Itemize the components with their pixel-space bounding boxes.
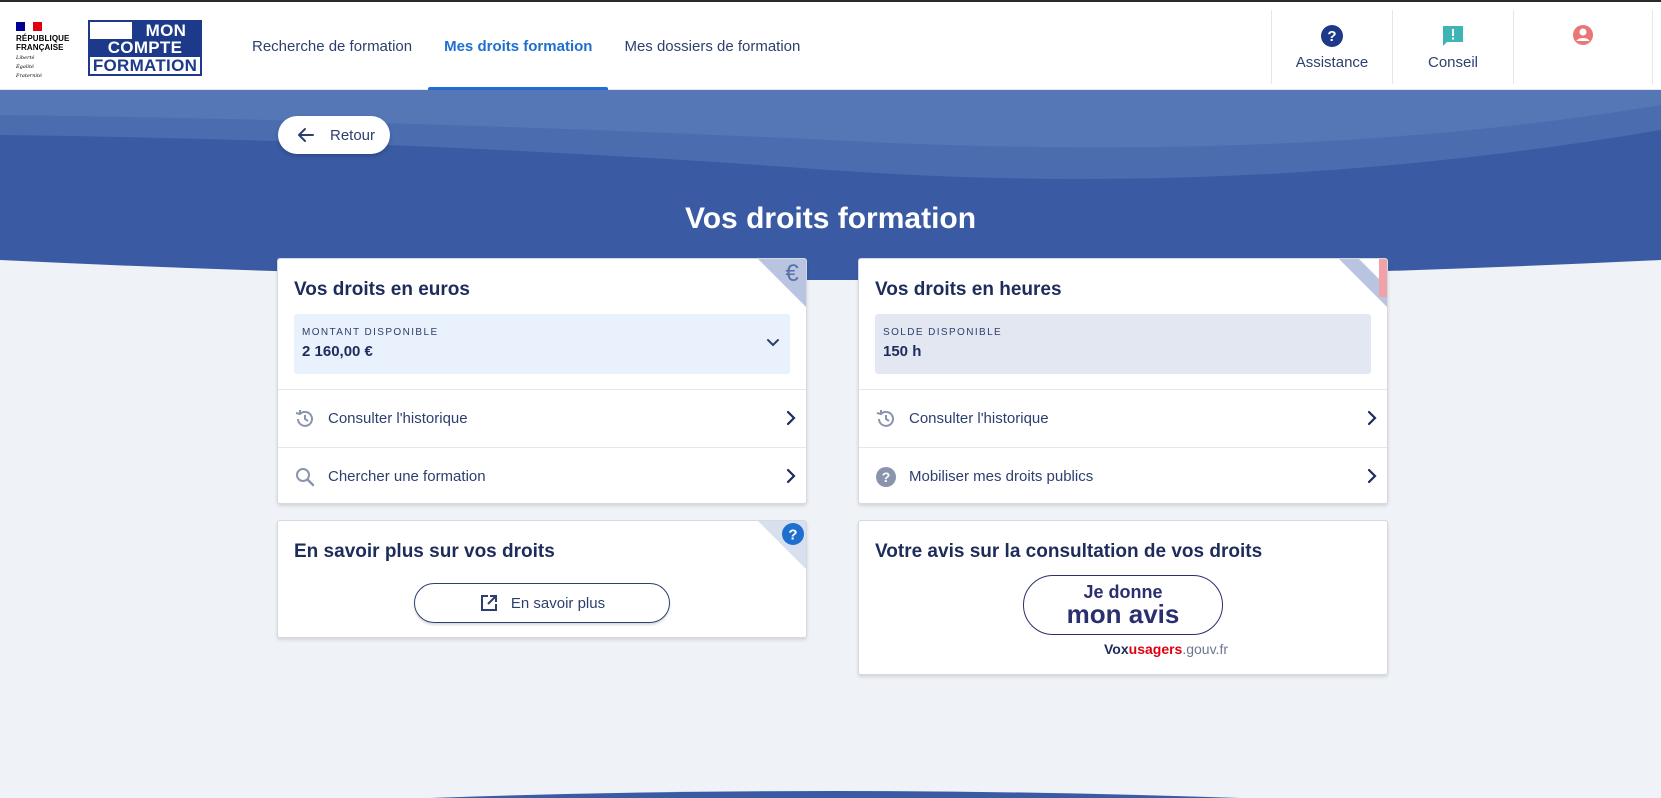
- back-button[interactable]: Retour: [278, 116, 390, 154]
- nav-mes-droits-formation[interactable]: Mes droits formation: [428, 2, 609, 91]
- card-en-savoir-plus: ? En savoir plus sur vos droits En savoi…: [277, 520, 807, 638]
- euros-row-chercher-label: Chercher une formation: [328, 468, 486, 485]
- avis-line-2: mon avis: [1066, 599, 1180, 629]
- card-droits-heures: Vos droits en heures SOLDE DISPONIBLE 15…: [858, 258, 1388, 504]
- conseil-label: Conseil: [1427, 53, 1479, 71]
- balance-box: SOLDE DISPONIBLE 150 h: [875, 314, 1371, 374]
- voxusagers-logo: Voxusagers.gouv.fr: [1104, 641, 1228, 657]
- card-votre-avis: Votre avis sur la consultation de vos dr…: [858, 520, 1388, 675]
- je-donne-mon-avis-button[interactable]: Je donne mon avis: [1023, 575, 1223, 635]
- motto-fraternite: Fraternité: [16, 73, 42, 79]
- logo-line-mon: MON: [131, 22, 200, 40]
- card-hours-title: Vos droits en heures: [875, 279, 1062, 300]
- card-avis-title: Votre avis sur la consultation de vos dr…: [875, 541, 1263, 562]
- chevron-right-icon: [786, 410, 796, 426]
- account-button[interactable]: [1513, 10, 1653, 84]
- republique-francaise-logo: RÉPUBLIQUE FRANÇAISE Liberté Égalité Fra…: [16, 22, 78, 79]
- footer-wave: [430, 791, 1240, 798]
- top-header: RÉPUBLIQUE FRANÇAISE Liberté Égalité Fra…: [0, 0, 1661, 91]
- header-tools: ? Assistance Conseil: [1271, 10, 1661, 84]
- arrow-left-icon: [298, 128, 314, 142]
- en-savoir-plus-button[interactable]: En savoir plus: [414, 583, 670, 623]
- euros-row-chercher[interactable]: Chercher une formation: [278, 447, 806, 503]
- motto-egalite: Égalité: [16, 64, 34, 70]
- back-label: Retour: [330, 126, 376, 144]
- page-title: Vos droits formation: [684, 202, 977, 235]
- mon-compte-formation-logo[interactable]: MON COMPTE FORMATION: [88, 20, 202, 76]
- chevron-right-icon: [1367, 468, 1377, 484]
- hours-row-mobiliser[interactable]: ? Mobiliser mes droits publics: [859, 447, 1387, 503]
- hours-row-historique-label: Consulter l'historique: [909, 410, 1049, 427]
- search-icon: [294, 466, 316, 488]
- en-savoir-plus-label: En savoir plus: [510, 594, 606, 612]
- card-info-title: En savoir plus sur vos droits: [294, 541, 555, 562]
- chevron-right-icon: [1367, 410, 1377, 426]
- conseil-button[interactable]: Conseil: [1392, 10, 1513, 84]
- history-icon: [875, 408, 897, 430]
- nav-recherche-formation[interactable]: Recherche de formation: [236, 2, 428, 90]
- motto-liberte: Liberté: [16, 55, 35, 61]
- history-icon: [294, 408, 316, 430]
- card-droits-euros: € Vos droits en euros MONTANT DISPONIBLE…: [277, 258, 807, 504]
- assistance-button[interactable]: ? Assistance: [1271, 10, 1392, 84]
- republic-line-1: RÉPUBLIQUE: [16, 34, 70, 43]
- vox-part-3: .gouv.fr: [1182, 641, 1228, 657]
- french-flag-icon: [16, 22, 43, 31]
- flag-corner-icon: [1339, 259, 1387, 307]
- amount-label: MONTANT DISPONIBLE: [302, 327, 439, 338]
- nav-mes-dossiers-formation[interactable]: Mes dossiers de formation: [608, 2, 816, 90]
- hours-row-mobiliser-label: Mobiliser mes droits publics: [909, 468, 1094, 485]
- help-circle-icon: ?: [1321, 24, 1343, 47]
- amount-value: 2 160,00 €: [302, 343, 373, 360]
- logo-line-formation: FORMATION: [90, 56, 200, 74]
- header-banner: [0, 90, 1661, 280]
- assistance-label: Assistance: [1295, 53, 1369, 71]
- euros-row-historique[interactable]: Consulter l'historique: [278, 389, 806, 447]
- svg-text:?: ?: [788, 527, 797, 544]
- svg-text:€: €: [785, 260, 799, 287]
- balance-value: 150 h: [883, 343, 922, 360]
- republic-line-2: FRANÇAISE: [16, 43, 64, 52]
- svg-text:?: ?: [882, 469, 891, 485]
- external-link-icon: [480, 595, 497, 611]
- user-avatar-icon: [1573, 25, 1593, 45]
- chevron-right-icon: [786, 468, 796, 484]
- amount-dropdown[interactable]: MONTANT DISPONIBLE 2 160,00 €: [294, 314, 790, 374]
- vox-part-1: Vox: [1104, 641, 1129, 657]
- vox-part-2: usagers: [1128, 641, 1183, 657]
- logo-line-compte: COMPTE: [90, 39, 200, 57]
- chat-alert-icon: [1443, 25, 1463, 46]
- card-euros-title: Vos droits en euros: [294, 279, 470, 300]
- euros-row-historique-label: Consulter l'historique: [328, 410, 468, 427]
- hours-row-historique[interactable]: Consulter l'historique: [859, 389, 1387, 447]
- help-corner-icon: ?: [758, 521, 806, 569]
- euro-corner-icon: €: [758, 259, 806, 307]
- help-circle-icon: ?: [875, 466, 897, 488]
- chevron-down-icon: [767, 339, 779, 347]
- balance-label: SOLDE DISPONIBLE: [883, 327, 1003, 338]
- main-nav: Recherche de formation Mes droits format…: [236, 2, 816, 91]
- svg-text:?: ?: [1327, 28, 1336, 45]
